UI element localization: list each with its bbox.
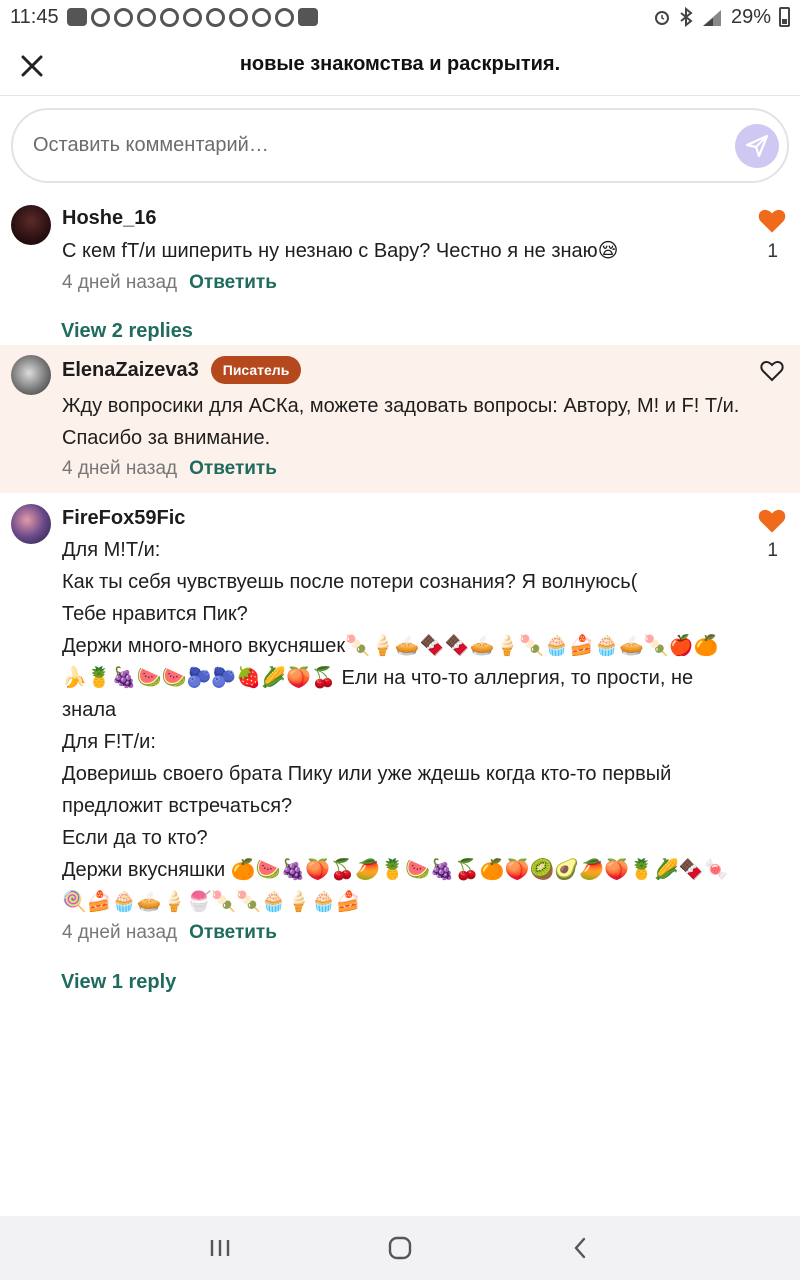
status-right: 29%: [653, 6, 790, 29]
recycle-icon: [228, 7, 248, 27]
comment-line: Держи много-много вкусняшек🍡🍦🥧🍫🍫🥧🍦🍡🧁🍰🧁🥧🍡…: [62, 635, 719, 657]
comment-item: ElenaZaizeva3 Писатель Жду вопросики для…: [0, 345, 800, 493]
comment-input[interactable]: [33, 134, 735, 157]
username[interactable]: ElenaZaizeva3: [62, 359, 199, 382]
comment-line: Спасибо за внимание.: [62, 427, 271, 449]
close-button[interactable]: [14, 48, 50, 84]
like-count: 1: [767, 540, 778, 561]
comment-line: Для F!Т/и:: [62, 731, 156, 753]
username[interactable]: Hoshe_16: [62, 207, 157, 230]
comment-text: Для М!Т/и: Как ты себя чувствуешь после …: [62, 534, 742, 918]
recycle-icon: [251, 7, 271, 27]
comment-meta: 4 дней назад Ответить: [62, 922, 277, 944]
comment-line: Как ты себя чувствуешь после потери созн…: [62, 571, 638, 593]
battery-level: 29%: [730, 5, 771, 28]
home-button[interactable]: [380, 1228, 420, 1268]
recycle-icon: [136, 7, 156, 27]
home-icon: [388, 1236, 412, 1260]
comment-time: 4 дней назад: [62, 458, 178, 479]
comment-line: Жду вопросики для АСКа, можете задовать …: [62, 395, 740, 417]
message-icon: [66, 8, 87, 26]
comment-box: [11, 108, 789, 183]
comment-line: С кем fТ/и шиперить ну незнаю с Вару? Че…: [62, 240, 619, 262]
notification-icons: [66, 7, 318, 27]
send-icon: [745, 134, 769, 157]
comment-line: Тебе нравится Пик?: [62, 603, 248, 625]
avatar[interactable]: [11, 355, 51, 395]
comment-text: Жду вопросики для АСКа, можете задовать …: [62, 390, 742, 454]
writer-badge: Писатель: [210, 356, 302, 384]
comment-text: С кем fТ/и шиперить ну незнаю с Вару? Че…: [62, 235, 742, 267]
avatar[interactable]: [11, 205, 51, 245]
back-button[interactable]: [560, 1228, 600, 1268]
comment-line: Держи вкусняшки 🍊🍉🍇🍑🍒🥭🍍🍉🍇🍒🍊🍑🥝🥑🥭🍑🍍🌽🍫🍬: [62, 859, 729, 881]
recycle-icon: [205, 7, 225, 27]
navigation-bar: [0, 1216, 800, 1280]
comment-time: 4 дней назад: [62, 922, 178, 943]
recycle-icon: [182, 7, 202, 27]
close-icon: [21, 55, 43, 77]
bluetooth-icon: [680, 7, 693, 27]
signal-icon: [702, 10, 721, 26]
recycle-icon: [113, 7, 133, 27]
pinterest-icon: [274, 7, 294, 27]
comment-line: Если да то кто?: [62, 827, 208, 849]
comment-time: 4 дней назад: [62, 272, 178, 293]
reply-button[interactable]: Ответить: [189, 458, 277, 480]
avatar[interactable]: [11, 504, 51, 544]
username[interactable]: FireFox59Fic: [62, 507, 185, 530]
comment-meta: 4 дней назад Ответить: [62, 272, 277, 294]
comment-line: Доверишь своего брата Пику или уже ждешь…: [62, 763, 672, 785]
comment-meta: 4 дней назад Ответить: [62, 458, 277, 480]
send-button[interactable]: [735, 123, 779, 168]
comment-line: предложит встречаться?: [62, 795, 293, 817]
status-bar: 11:45 29%: [0, 0, 800, 34]
header: новые знакомства и раскрытия.: [0, 34, 800, 96]
heart-filled-icon[interactable]: [758, 208, 786, 234]
comment-item: Hoshe_16 С кем fТ/и шиперить ну незнаю с…: [0, 190, 800, 343]
like-count: 1: [767, 241, 778, 262]
comment-line: 🍌🍍🍇🍉🍉🫐🫐🍓🌽🍑🍒 Ели на что-то аллергия, то п…: [62, 667, 694, 689]
recycle-icon: [159, 7, 179, 27]
alarm-icon: [654, 11, 669, 25]
status-time: 11:45: [10, 5, 59, 28]
username-row: FireFox59Fic: [62, 507, 185, 530]
username-row: Hoshe_16: [62, 207, 157, 230]
telegram-icon: [90, 7, 110, 27]
reply-button[interactable]: Ответить: [189, 922, 277, 944]
page-title: новые знакомства и раскрытия.: [239, 53, 561, 75]
gallery-icon: [297, 8, 318, 26]
comment-line: 🍭🍰🧁🥧🍦🍧🍡🍡🧁🍦🧁🍰: [62, 891, 361, 913]
reply-button[interactable]: Ответить: [189, 272, 277, 294]
heart-filled-icon[interactable]: [758, 508, 786, 534]
recent-apps-button[interactable]: [200, 1228, 240, 1268]
comment-line: Для М!Т/и:: [62, 539, 161, 561]
view-replies-button[interactable]: View 2 replies: [61, 320, 193, 343]
view-replies-button[interactable]: View 1 reply: [61, 971, 176, 994]
heart-outline-icon[interactable]: [760, 360, 784, 382]
comment-item: FireFox59Fic Для М!Т/и: Как ты себя чувс…: [0, 493, 800, 1013]
battery-icon: [779, 7, 790, 27]
username-row: ElenaZaizeva3 Писатель: [62, 356, 302, 384]
comment-line: знала: [62, 699, 117, 721]
recent-apps-icon: [210, 1240, 230, 1256]
back-icon: [574, 1237, 586, 1259]
